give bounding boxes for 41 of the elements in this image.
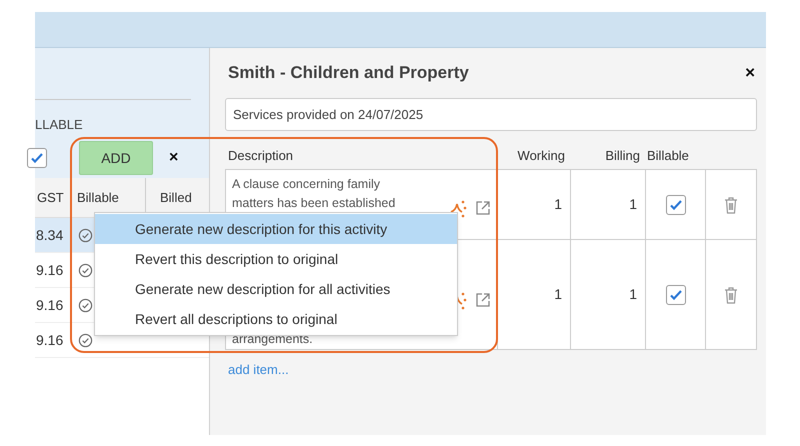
check-circle-icon: [78, 298, 93, 312]
add-button[interactable]: ADD: [79, 141, 153, 175]
summary-field[interactable]: Services provided on 24/07/2025: [225, 98, 757, 131]
menu-item[interactable]: Generate new description for this activity: [95, 214, 457, 244]
table-cell-text: 9.16: [35, 260, 64, 280]
column-header: Billable: [646, 146, 690, 164]
external-link-icon[interactable]: [475, 292, 491, 308]
filter-label: LLABLE: [35, 116, 83, 134]
checkmark-icon: [668, 288, 682, 302]
description-text: matters has been established: [232, 195, 396, 212]
table-cell-text: 9.16: [35, 296, 64, 314]
checkmark-icon: [668, 198, 682, 212]
checkmark-icon: [30, 151, 44, 165]
table-cell-text: 8.34: [35, 226, 64, 244]
column-header: GST: [36, 188, 65, 207]
check-circle-icon: [78, 228, 93, 242]
check-circle-icon: [78, 262, 93, 278]
description-text: arrangements.: [232, 331, 314, 348]
checkbox[interactable]: [27, 148, 47, 168]
table-cell: 1: [571, 240, 646, 349]
panel-title: Smith - Children and Property: [227, 62, 469, 84]
menu-item[interactable]: Revert this description to original: [95, 244, 457, 274]
close-button[interactable]: ×: [745, 60, 755, 86]
table-cell-text: 9.16: [35, 330, 64, 350]
trash-icon[interactable]: [724, 196, 738, 214]
column-header: Description: [227, 146, 294, 165]
table-cell: 1: [498, 240, 571, 349]
column-header: Working: [516, 146, 565, 165]
menu-item[interactable]: Revert all descriptions to original: [95, 304, 457, 334]
description-text: A clause concerning family: [232, 176, 381, 193]
trash-icon[interactable]: [724, 286, 738, 304]
column-header: Billing: [604, 146, 640, 165]
menu-item[interactable]: Generate new description for all activities: [95, 274, 457, 304]
check-circle-icon: [78, 332, 93, 348]
checkbox[interactable]: [666, 284, 686, 304]
sparkle-icon[interactable]: [449, 198, 467, 218]
table-cell: 1: [498, 170, 571, 239]
table-cell: 1: [571, 170, 646, 239]
external-link-icon[interactable]: [475, 200, 491, 216]
clear-button[interactable]: ×: [169, 146, 178, 170]
checkbox[interactable]: [666, 194, 686, 214]
